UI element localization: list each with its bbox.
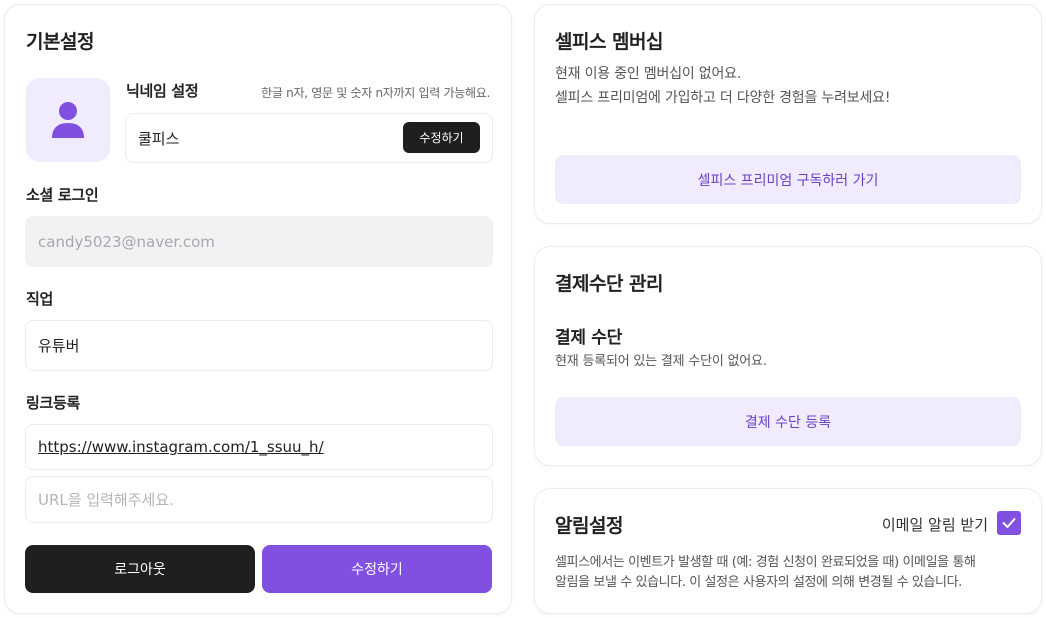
checkmark-icon: [1002, 518, 1016, 528]
membership-status: 현재 이용 중인 멤버십이 없어요.: [555, 66, 742, 82]
nickname-value: 쿨피스: [138, 129, 180, 148]
email-notification-label: 이메일 알림 받기: [881, 516, 988, 534]
logout-button[interactable]: 로그아웃: [25, 545, 255, 593]
basic-settings-title: 기본설정: [26, 31, 94, 53]
register-payment-button[interactable]: 결제 수단 등록: [555, 397, 1021, 446]
payment-title: 결제수단 관리: [555, 273, 664, 295]
payment-method-desc: 현재 등록되어 있는 결제 수단이 없어요.: [555, 354, 767, 369]
job-field[interactable]: 유튜버: [25, 320, 493, 371]
notification-title: 알림설정: [555, 515, 623, 537]
email-notification-checkbox[interactable]: [997, 511, 1021, 535]
link-register-label: 링크등록: [26, 394, 81, 412]
premium-subscribe-button[interactable]: 셀피스 프리미엄 구독하러 가기: [555, 155, 1021, 204]
url-input[interactable]: URL을 입력해주세요.: [25, 476, 493, 523]
payment-method-subtitle: 결제 수단: [555, 328, 622, 348]
url-input-placeholder: URL을 입력해주세요.: [38, 491, 174, 509]
link-value[interactable]: https://www.instagram.com/1_ssuu_h/: [38, 438, 324, 456]
nickname-label: 닉네임 설정: [126, 82, 199, 100]
job-value: 유튜버: [38, 337, 80, 355]
notification-desc-1: 셀피스에서는 이벤트가 발생할 때 (예: 경험 신청이 완료되었을 때) 이메…: [555, 555, 976, 570]
notification-card: 알림설정 이메일 알림 받기 셀피스에서는 이벤트가 발생할 때 (예: 경험 …: [534, 488, 1042, 614]
link-field[interactable]: https://www.instagram.com/1_ssuu_h/: [25, 424, 493, 470]
payment-card: 결제수단 관리 결제 수단 현재 등록되어 있는 결제 수단이 없어요. 결제 …: [534, 246, 1042, 466]
nickname-edit-button[interactable]: 수정하기: [403, 122, 480, 153]
membership-promo: 셀피스 프리미엄에 가입하고 더 다양한 경험을 누려보세요!: [555, 90, 891, 106]
nickname-hint: 한글 n자, 영문 및 숫자 n자까지 입력 가능해요.: [261, 86, 490, 100]
save-button[interactable]: 수정하기: [262, 545, 492, 593]
avatar[interactable]: [26, 78, 110, 162]
basic-settings-card: 기본설정 닉네임 설정 한글 n자, 영문 및 숫자 n자까지 입력 가능해요.…: [4, 4, 512, 614]
social-login-label: 소셜 로그인: [26, 186, 99, 204]
social-login-email: candy5023@naver.com: [38, 232, 215, 251]
user-icon: [52, 102, 84, 138]
notification-desc-2: 알림을 보낼 수 있습니다. 이 설정은 사용자의 설정에 의해 변경될 수 있…: [555, 575, 962, 590]
social-login-field: candy5023@naver.com: [25, 216, 493, 267]
membership-card: 셀피스 멤버십 현재 이용 중인 멤버십이 없어요. 셀피스 프리미엄에 가입하…: [534, 4, 1042, 224]
job-label: 직업: [26, 290, 54, 308]
membership-title: 셀피스 멤버십: [555, 31, 664, 53]
